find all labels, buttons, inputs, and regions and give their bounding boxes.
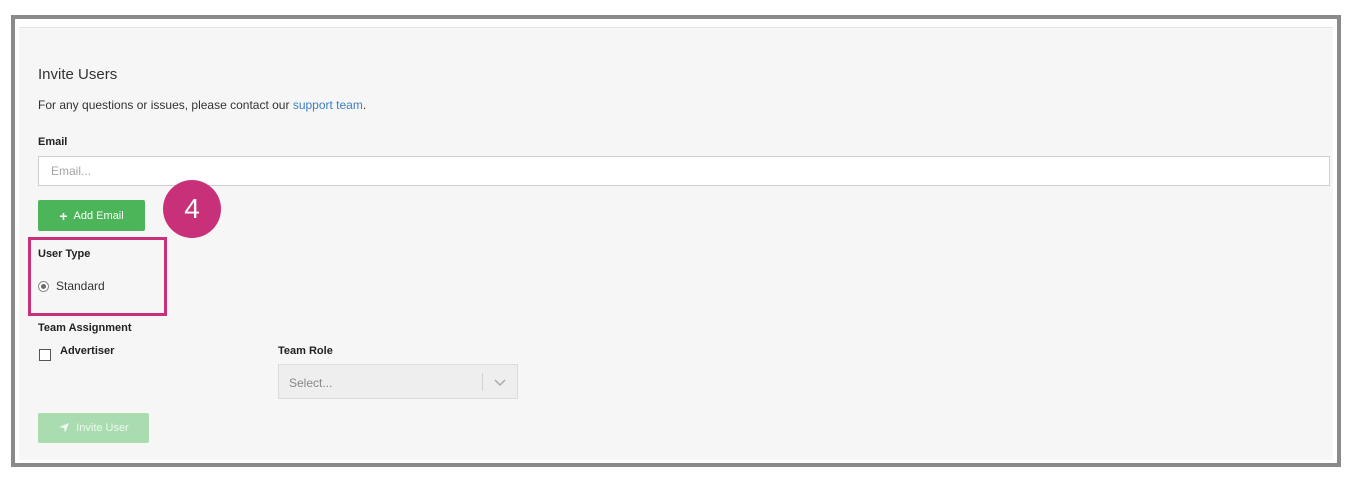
- add-email-button[interactable]: + Add Email: [38, 200, 145, 231]
- screenshot-frame: Invite Users For any questions or issues…: [11, 15, 1341, 467]
- invite-users-panel: Invite Users For any questions or issues…: [19, 27, 1333, 460]
- team-assignment-label: Team Assignment: [38, 322, 132, 334]
- intro-text: For any questions or issues, please cont…: [38, 98, 366, 112]
- user-type-standard-label[interactable]: Standard: [56, 279, 105, 293]
- plus-icon: +: [59, 207, 68, 224]
- email-field[interactable]: [38, 156, 1330, 186]
- add-email-label: Add Email: [73, 209, 124, 222]
- step-callout-badge: 4: [163, 180, 221, 238]
- select-divider: [482, 373, 483, 391]
- team-role-placeholder: Select...: [289, 376, 333, 390]
- chevron-down-icon: [494, 379, 506, 387]
- intro-message: For any questions or issues, please cont…: [38, 98, 293, 112]
- team-advertiser-checkbox[interactable]: [39, 349, 51, 361]
- page-title: Invite Users: [38, 66, 118, 83]
- invite-user-label: Invite User: [76, 422, 129, 434]
- send-icon: [59, 423, 70, 433]
- team-role-label: Team Role: [278, 345, 333, 357]
- support-team-link[interactable]: support team: [293, 98, 363, 112]
- user-type-standard-radio[interactable]: [38, 281, 49, 292]
- intro-end: .: [362, 98, 367, 112]
- email-label: Email: [38, 136, 68, 148]
- invite-user-button[interactable]: Invite User: [38, 413, 149, 443]
- team-advertiser-label[interactable]: Advertiser: [60, 345, 114, 357]
- team-role-select[interactable]: Select...: [278, 364, 518, 399]
- user-type-label: User Type: [38, 248, 91, 260]
